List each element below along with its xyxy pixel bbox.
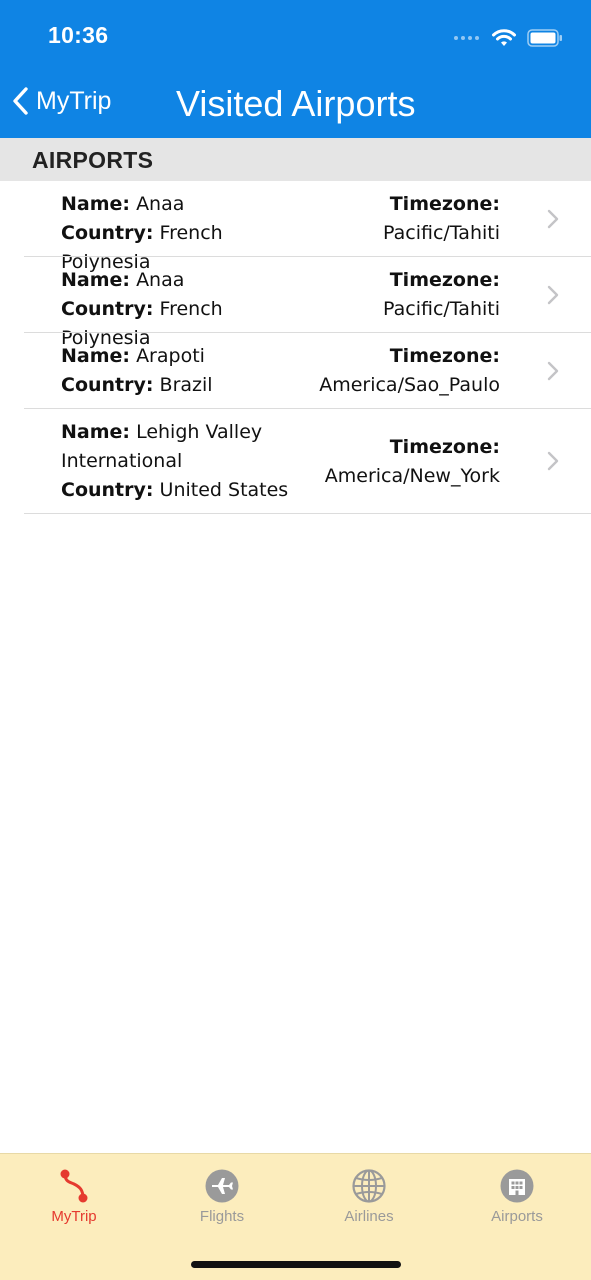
country-label: Country: [61, 298, 154, 320]
back-button[interactable]: MyTrip [12, 86, 111, 116]
airport-row[interactable]: Name: Lehigh Valley International Countr… [0, 409, 591, 514]
timezone-label: Timezone: [389, 193, 500, 215]
name-label: Name: [61, 269, 131, 291]
timezone-info: Timezone: America/Sao_Paulo [319, 342, 500, 400]
timezone-label: Timezone: [389, 345, 500, 367]
route-icon [60, 1169, 88, 1203]
signal-icon [454, 36, 479, 40]
page-title: Visited Airports [176, 83, 416, 124]
airport-country: Brazil [159, 374, 213, 396]
name-label: Name: [61, 193, 131, 215]
airport-name: Anaa [136, 193, 185, 215]
tab-flights[interactable]: Flights [162, 1168, 282, 1225]
name-label: Name: [61, 421, 131, 443]
chevron-left-icon [13, 87, 28, 115]
airport-name-line2: International [61, 450, 183, 472]
airport-name-line1: Lehigh Valley [136, 421, 263, 443]
globe-icon [352, 1169, 386, 1203]
airport-info: Name: Arapoti Country: Brazil [61, 342, 311, 400]
tab-label: Airports [491, 1208, 543, 1225]
airport-timezone: Pacific/Tahiti [383, 222, 500, 244]
wifi-icon [492, 29, 516, 46]
section-title: AIRPORTS [32, 147, 154, 173]
home-indicator [191, 1261, 401, 1268]
tab-mytrip[interactable]: MyTrip [14, 1168, 134, 1225]
status-time: 10:36 [48, 22, 109, 48]
airport-row[interactable]: Name: Anaa Country: French Polynesia Tim… [0, 257, 591, 349]
timezone-info: Timezone: Pacific/Tahiti [383, 190, 500, 248]
timezone-info: Timezone: Pacific/Tahiti [383, 266, 500, 324]
airport-list: Name: Anaa Country: French Polynesia Tim… [0, 181, 591, 514]
status-icons [454, 26, 563, 50]
chevron-right-icon [547, 361, 559, 381]
tab-label: Flights [199, 1208, 245, 1225]
plane-icon [205, 1169, 239, 1203]
battery-icon [527, 29, 562, 47]
airport-timezone: America/Sao_Paulo [319, 374, 500, 396]
airport-name: Arapoti [136, 345, 205, 367]
airport-name: Anaa [136, 269, 185, 291]
country-label: Country: [61, 374, 154, 396]
country-label: Country: [61, 479, 154, 501]
airport-info: Name: Lehigh Valley International Countr… [61, 418, 311, 505]
airport-country: United States [159, 479, 289, 501]
airport-timezone: Pacific/Tahiti [383, 298, 500, 320]
tab-airlines[interactable]: Airlines [309, 1168, 429, 1225]
section-header: AIRPORTS [0, 138, 591, 181]
tab-bar: MyTrip Flights Airlines Airports [0, 1153, 591, 1280]
airport-row[interactable]: Name: Arapoti Country: Brazil Timezone: … [0, 333, 591, 409]
airport-row[interactable]: Name: Anaa Country: French Polynesia Tim… [0, 181, 591, 273]
building-icon [500, 1169, 534, 1203]
airport-timezone: America/New_York [324, 465, 500, 487]
chevron-right-icon [547, 285, 559, 305]
chevron-right-icon [547, 209, 559, 229]
chevron-right-icon [547, 451, 559, 471]
tab-label: MyTrip [51, 1208, 97, 1225]
back-button-label: MyTrip [36, 86, 112, 115]
timezone-info: Timezone: America/New_York [325, 433, 500, 491]
navigation-header: 10:36 MyTrip Visited Airports [0, 0, 591, 138]
name-label: Name: [61, 345, 131, 367]
timezone-label: Timezone: [389, 269, 500, 291]
tab-label: Airlines [344, 1208, 394, 1225]
timezone-label: Timezone: [389, 436, 500, 458]
tab-airports[interactable]: Airports [457, 1168, 577, 1225]
country-label: Country: [61, 222, 154, 244]
